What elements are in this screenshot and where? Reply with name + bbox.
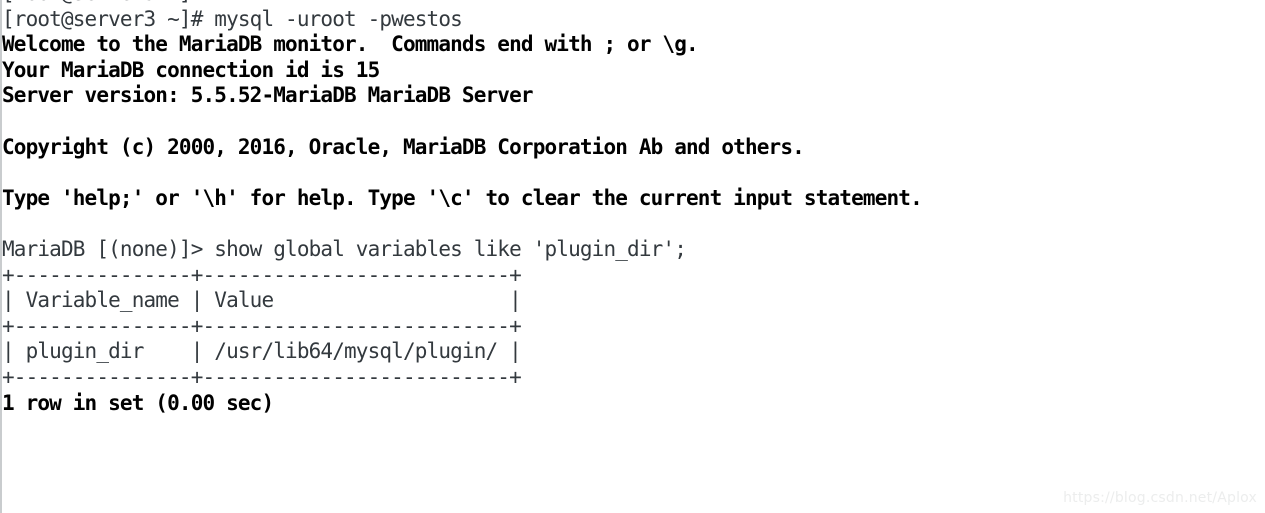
line-table-top: +---------------+-----------------------…	[2, 262, 522, 287]
line-sql-prompt: MariaDB [(none)]> show global variables …	[2, 236, 687, 261]
line-welcome: Welcome to the MariaDB monitor. Commands…	[2, 32, 699, 57]
line-blank-1	[0, 109, 1265, 135]
line-table-row-1: | plugin_dir | /usr/lib64/mysql/plugin/ …	[2, 339, 522, 364]
line-table-mid: +---------------+-----------------------…	[2, 313, 522, 338]
line-connection-id: Your MariaDB connection id is 15	[2, 57, 380, 82]
line-help-hint: Type 'help;' or '\h' for help. Type '\c'…	[2, 185, 923, 210]
line-server-version: Server version: 5.5.52-MariaDB MariaDB S…	[2, 83, 534, 108]
watermark-text: https://blog.csdn.net/Aplox	[1063, 490, 1257, 506]
line-row-count: 1 row in set (0.00 sec)	[2, 390, 274, 415]
line-copyright: Copyright (c) 2000, 2016, Oracle, MariaD…	[2, 134, 805, 159]
terminal-output-area[interactable]: [root@server3 ~]# [root@server3 ~]# mysq…	[0, 0, 1265, 416]
left-edge-rule	[0, 0, 2, 513]
line-clipped-top: [root@server3 ~]#	[0, 0, 1265, 7]
terminal-window[interactable]: [root@server3 ~]# [root@server3 ~]# mysq…	[0, 0, 1265, 513]
line-blank-3	[0, 211, 1265, 237]
line-shell-prompt: [root@server3 ~]# mysql -uroot -pwestos	[2, 6, 463, 31]
line-table-header: | Variable_name | Value |	[2, 288, 522, 313]
line-table-bottom: +---------------+-----------------------…	[2, 364, 522, 389]
line-blank-2	[0, 160, 1265, 186]
